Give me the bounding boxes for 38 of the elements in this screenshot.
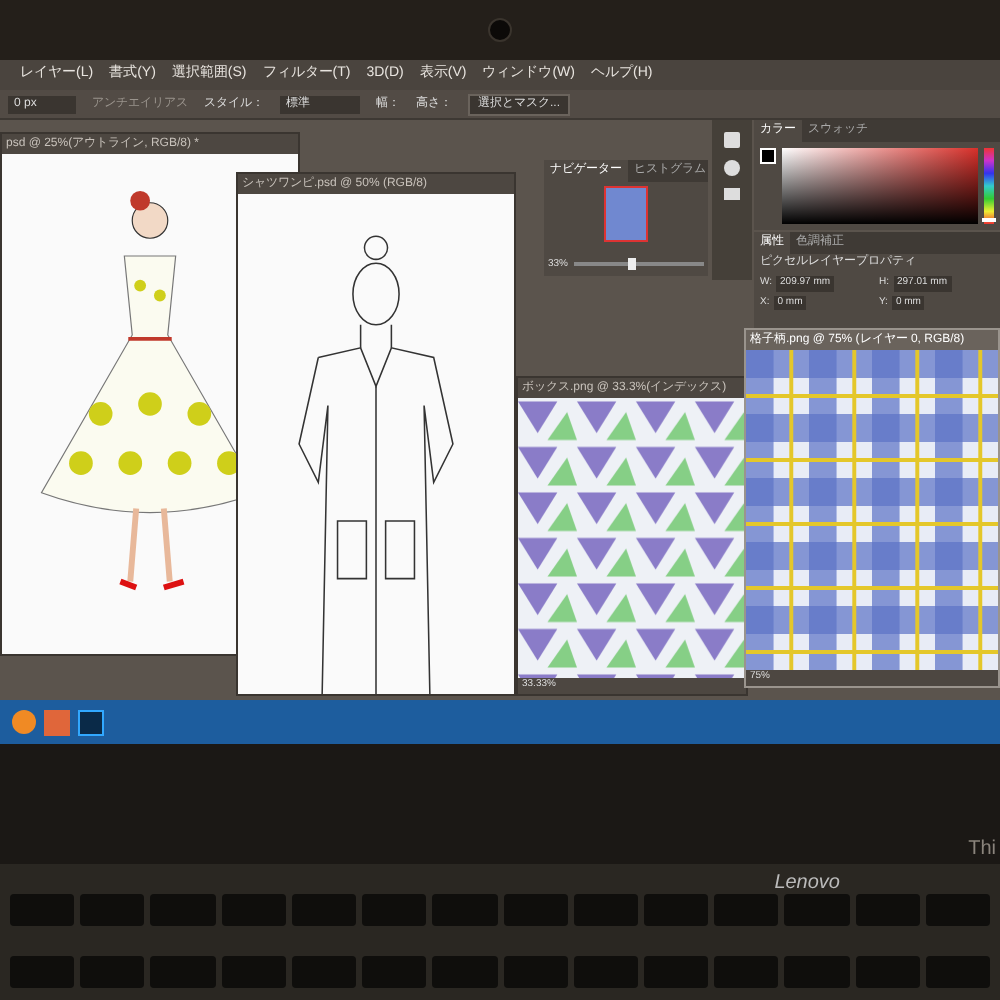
keyboard-key — [925, 894, 990, 926]
color-picker-field[interactable] — [782, 148, 978, 224]
keyboard-key — [221, 894, 286, 926]
keyboard-key — [432, 955, 497, 987]
keyboard-key — [714, 955, 779, 987]
keyboard-key — [784, 955, 850, 987]
keyboard-key — [221, 955, 286, 987]
keyboard-key — [503, 894, 568, 926]
keyboard-key — [10, 955, 75, 987]
brand-logo: Lenovo — [774, 870, 840, 898]
keyboard-key — [432, 894, 497, 926]
hue-slider[interactable] — [984, 148, 994, 224]
keyboard-key — [10, 894, 75, 926]
keyboard-key — [573, 894, 638, 926]
keyboard-key — [80, 955, 145, 987]
keyboard-key — [925, 955, 990, 987]
keyboard-key — [291, 955, 357, 987]
keyboard-key — [291, 894, 357, 926]
keyboard-key — [643, 955, 709, 987]
slider-thumb[interactable] — [628, 258, 637, 271]
keyboard-key — [714, 894, 779, 926]
keyboard-key — [150, 955, 216, 987]
keyboard-key — [573, 955, 638, 987]
keyboard-key — [362, 955, 427, 987]
app-icon[interactable] — [78, 709, 104, 735]
keyboard-key — [80, 894, 145, 926]
brand-label: Thi — [968, 836, 996, 864]
keyboard-key — [150, 894, 216, 926]
swatch-icon[interactable] — [760, 148, 776, 164]
keyboard-key — [362, 894, 427, 926]
keyboard-key — [855, 894, 920, 926]
keyboard-key — [784, 894, 850, 926]
webcam-icon — [488, 18, 512, 42]
keyboard-key — [643, 894, 709, 926]
keyboard-key — [503, 955, 568, 987]
hue-marker[interactable] — [982, 218, 996, 223]
keyboard-key — [855, 955, 920, 987]
navigator-thumbnail — [604, 186, 648, 242]
